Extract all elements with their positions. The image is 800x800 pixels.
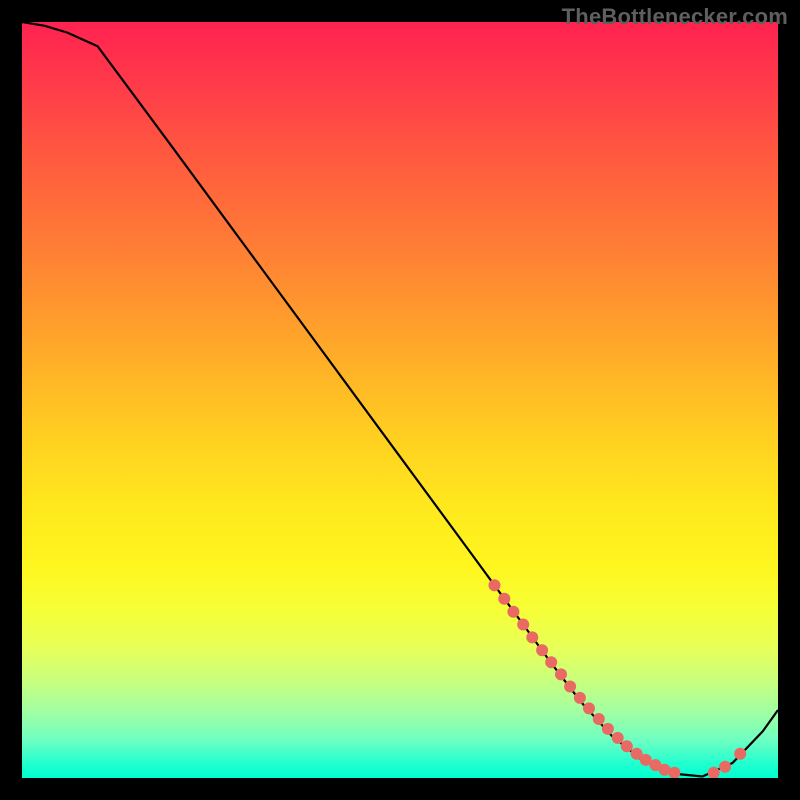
marker-dot [574,692,586,704]
marker-dot [602,723,614,735]
marker-dot [564,681,576,693]
marker-dot [536,644,548,656]
marker-dot [545,656,557,668]
chart-frame: TheBottlenecker.com [0,0,800,800]
marker-dot [498,593,510,605]
watermark-text: TheBottlenecker.com [562,4,788,30]
plot-area [22,22,778,778]
marker-dot [517,619,529,631]
marker-dot [593,713,605,725]
curve-layer [22,22,778,778]
marker-dot [719,761,731,773]
bottleneck-curve [22,22,778,777]
marker-dot [612,732,624,744]
marker-dot [526,631,538,643]
marker-dot [489,579,501,591]
marker-dot [507,606,519,618]
marker-dot [555,668,567,680]
marker-dot [734,748,746,760]
marker-dot [583,702,595,714]
marker-dot [621,740,633,752]
marker-group [489,579,747,778]
